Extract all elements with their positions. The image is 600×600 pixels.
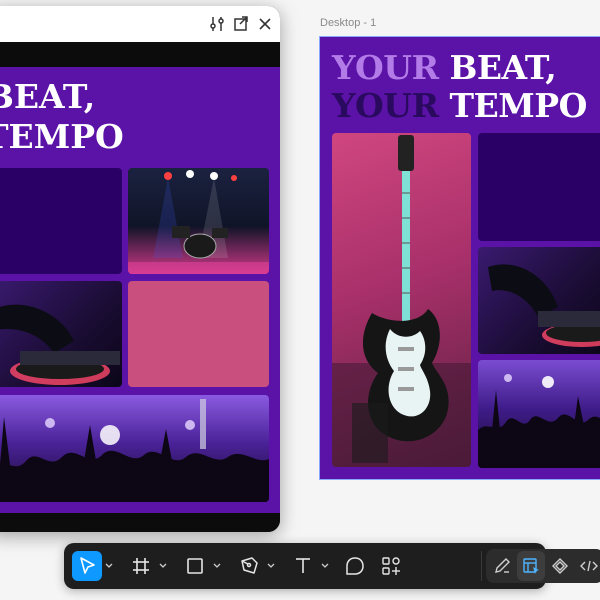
components-grid-icon <box>382 557 400 575</box>
dj-image <box>488 264 600 347</box>
actions-tool-button[interactable] <box>376 551 406 581</box>
dj-photo[interactable] <box>478 247 600 354</box>
preview-window[interactable]: BEAT, TEMPO <box>0 6 280 532</box>
text-t-icon <box>296 558 310 573</box>
comment-tool-button[interactable] <box>340 551 370 581</box>
dev-mode-button[interactable] <box>575 551 600 581</box>
pen-nib-icon <box>241 557 258 574</box>
toolbar-divider <box>481 551 482 581</box>
frame-tool-button[interactable] <box>126 551 156 581</box>
chevron-down-icon[interactable] <box>213 562 221 570</box>
crowd-image <box>478 374 600 468</box>
headline-word: BEAT, <box>449 48 557 87</box>
cursor-arrow-icon <box>80 557 95 574</box>
headline-line-1: YOUR BEAT, <box>332 48 557 87</box>
layout-cursor-icon <box>523 558 539 574</box>
open-external-icon[interactable] <box>232 15 250 33</box>
diamond-icon <box>552 558 568 574</box>
comment-bubble-icon <box>346 557 364 575</box>
solid-tile-dark[interactable] <box>478 133 600 241</box>
draw-mode-button[interactable] <box>488 551 516 581</box>
desktop-frame[interactable]: YOUR BEAT, YOUR TEMPO <box>319 36 600 480</box>
preview-topbar <box>0 6 280 42</box>
prototype-mode-button[interactable] <box>546 551 574 581</box>
preview-footer-strip <box>0 513 280 532</box>
drums-image <box>128 170 269 274</box>
preview-headline-line-2: TEMPO <box>0 117 124 156</box>
chevron-down-icon[interactable] <box>105 562 113 570</box>
pencil-icon <box>495 558 510 573</box>
preview-headline-line-1: BEAT, <box>0 77 96 116</box>
rectangle-icon <box>187 558 203 574</box>
preview-crowd-photo <box>0 395 269 502</box>
adjust-icon[interactable] <box>208 15 226 33</box>
headline-word: TEMPO <box>449 86 588 125</box>
guitar-photo[interactable] <box>332 133 471 467</box>
preview-drums-photo <box>128 168 269 274</box>
preview-solid-tile-pink <box>128 281 269 387</box>
frame-hash-icon <box>133 558 149 574</box>
text-tool-button[interactable] <box>288 551 318 581</box>
move-tool-button[interactable] <box>72 551 102 581</box>
crowd-photo[interactable] <box>478 360 600 468</box>
pen-tool-button[interactable] <box>234 551 264 581</box>
chevron-down-icon[interactable] <box>159 562 167 570</box>
dj-image <box>0 304 120 385</box>
preview-header-strip <box>0 42 280 67</box>
chevron-down-icon[interactable] <box>267 562 275 570</box>
preview-dj-photo <box>0 281 122 387</box>
frame-label[interactable]: Desktop - 1 <box>320 17 376 29</box>
guitar-image <box>332 135 471 467</box>
chevron-down-icon[interactable] <box>321 562 329 570</box>
preview-page: BEAT, TEMPO <box>0 67 280 513</box>
code-brackets-icon <box>580 560 598 572</box>
headline-accent-word: YOUR <box>332 86 439 125</box>
shape-tool-button[interactable] <box>180 551 210 581</box>
close-icon[interactable] <box>256 15 274 33</box>
preview-solid-tile-dark <box>0 168 122 274</box>
crowd-image <box>0 399 269 502</box>
headline-accent-word: YOUR <box>332 48 439 87</box>
mode-switcher <box>486 549 600 583</box>
bottom-toolbar <box>64 543 600 589</box>
design-mode-button[interactable] <box>517 551 545 581</box>
headline-line-2: YOUR TEMPO <box>332 87 587 125</box>
